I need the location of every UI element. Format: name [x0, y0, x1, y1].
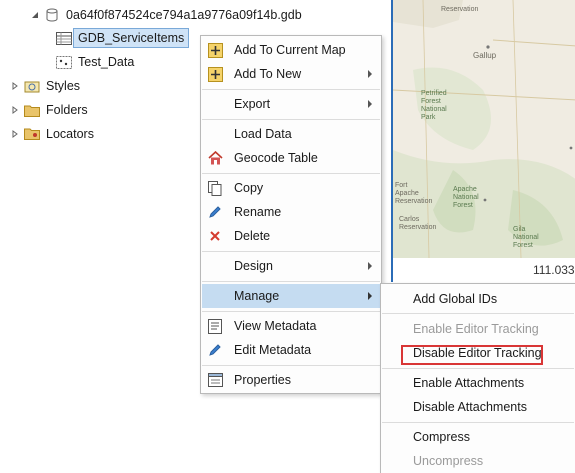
view-metadata-icon — [207, 318, 223, 334]
menu-item-label: Uncompress — [413, 454, 484, 468]
menu-item-add-global-ids[interactable]: Add Global IDs — [382, 287, 574, 311]
tree-item-label: Styles — [46, 79, 81, 93]
menu-item-properties[interactable]: Properties — [202, 368, 380, 392]
menu-separator — [202, 311, 380, 312]
menu-item-label: Add To New — [234, 67, 302, 81]
tree-item-label: Test_Data — [78, 55, 135, 69]
map-label: Reservation — [441, 6, 479, 13]
menu-item-label: Load Data — [234, 127, 292, 141]
menu-item-disable-attachments[interactable]: Disable Attachments — [382, 395, 574, 419]
table-icon — [56, 30, 72, 46]
menu-item-label: Compress — [413, 430, 470, 444]
tree-item-label: GDB_ServiceItems — [73, 28, 190, 48]
menu-separator — [202, 365, 380, 366]
menu-separator — [202, 119, 380, 120]
map-label: Carlos Reservation — [399, 216, 437, 231]
menu-item-design[interactable]: Design — [202, 254, 380, 278]
menu-item-label: Properties — [234, 373, 291, 387]
menu-separator — [202, 89, 380, 90]
menu-item-label: Disable Attachments — [413, 400, 527, 414]
expand-arrow-icon[interactable] — [10, 81, 20, 91]
menu-separator — [202, 173, 380, 174]
tree-item-gdb-serviceitems[interactable]: GDB_ServiceItems — [56, 27, 190, 49]
pencil-icon — [207, 342, 223, 358]
menu-item-enable-attachments[interactable]: Enable Attachments — [382, 371, 574, 395]
map-label: Apache National Forest — [453, 186, 479, 209]
menu-item-label: Export — [234, 97, 271, 111]
context-menu: Add To Current Map Add To New Export Loa… — [200, 35, 382, 394]
add-layer-icon — [207, 42, 223, 58]
copy-icon — [207, 180, 223, 196]
map-label: Gallup — [473, 51, 497, 60]
expand-arrow-icon[interactable] — [10, 129, 20, 139]
tree-item-test-data[interactable]: Test_Data — [56, 51, 134, 73]
menu-item-label: Add Global IDs — [413, 292, 498, 306]
database-icon — [44, 7, 60, 23]
menu-separator — [382, 422, 574, 423]
submenu-arrow-icon — [368, 262, 372, 270]
menu-item-geocode-table[interactable]: Geocode Table — [202, 146, 380, 170]
tree-item-label: 0a64f0f874524ce794a1a9776a09f14b.gdb — [66, 8, 302, 22]
menu-item-label: Design — [234, 259, 273, 273]
menu-item-add-to-new[interactable]: Add To New — [202, 62, 380, 86]
menu-separator — [202, 251, 380, 252]
menu-item-uncompress: Uncompress — [382, 449, 574, 473]
menu-item-label: Rename — [234, 205, 282, 219]
pencil-icon — [207, 204, 223, 220]
tree-item-label: Locators — [46, 127, 94, 141]
point-feature-class-icon — [56, 54, 72, 70]
map-view[interactable]: Reservation Gallup Petrified Forest Nati… — [391, 0, 575, 258]
folder-icon — [24, 102, 40, 118]
menu-item-manage[interactable]: Manage — [202, 284, 380, 308]
menu-item-enable-editor-tracking: Enable Editor Tracking — [382, 317, 574, 341]
menu-separator — [382, 313, 574, 314]
menu-item-label: View Metadata — [234, 319, 317, 333]
menu-item-add-to-current-map[interactable]: Add To Current Map — [202, 38, 380, 62]
highlight-box — [401, 345, 543, 365]
menu-item-edit-metadata[interactable]: Edit Metadata — [202, 338, 380, 362]
coordinate-readout: 111.0330 — [533, 263, 575, 277]
tree-item-styles[interactable]: Styles — [10, 75, 80, 97]
menu-item-label: Edit Metadata — [234, 343, 312, 357]
styles-icon — [24, 78, 40, 94]
geocode-icon — [207, 150, 223, 166]
menu-separator — [382, 368, 574, 369]
menu-item-view-metadata[interactable]: View Metadata — [202, 314, 380, 338]
expand-arrow-icon[interactable] — [10, 105, 20, 115]
menu-separator — [202, 281, 380, 282]
submenu-arrow-icon — [368, 70, 372, 78]
menu-item-compress[interactable]: Compress — [382, 425, 574, 449]
tree-item-label: Folders — [46, 103, 88, 117]
map-label: Fort Apache Reservation — [395, 182, 433, 205]
menu-item-rename[interactable]: Rename — [202, 200, 380, 224]
menu-item-label: Delete — [234, 229, 271, 243]
collapse-arrow-icon[interactable] — [30, 10, 40, 20]
menu-item-label: Enable Attachments — [413, 376, 525, 390]
menu-item-label: Enable Editor Tracking — [413, 322, 539, 336]
tree-item-locators[interactable]: Locators — [10, 123, 94, 145]
menu-item-label: Add To Current Map — [234, 43, 346, 57]
menu-item-delete[interactable]: Delete — [202, 224, 380, 248]
map-label: Gila National Forest — [513, 226, 539, 249]
menu-item-label: Geocode Table — [234, 151, 318, 165]
menu-item-copy[interactable]: Copy — [202, 176, 380, 200]
tree-item-gdb[interactable]: 0a64f0f874524ce794a1a9776a09f14b.gdb — [30, 4, 302, 26]
manage-submenu: Add Global IDs Enable Editor Tracking Di… — [380, 283, 575, 473]
locator-icon — [24, 126, 40, 142]
tree-item-folders[interactable]: Folders — [10, 99, 88, 121]
coordinate-bar: 111.0330 — [391, 258, 575, 282]
delete-icon — [207, 228, 223, 244]
menu-item-label: Manage — [234, 289, 280, 303]
menu-item-export[interactable]: Export — [202, 92, 380, 116]
submenu-arrow-icon — [368, 100, 372, 108]
menu-item-load-data[interactable]: Load Data — [202, 122, 380, 146]
submenu-arrow-icon — [368, 292, 372, 300]
menu-item-label: Copy — [234, 181, 264, 195]
add-layer-icon — [207, 66, 223, 82]
properties-icon — [207, 372, 223, 388]
map-label: Petrified Forest National Park — [421, 90, 447, 121]
